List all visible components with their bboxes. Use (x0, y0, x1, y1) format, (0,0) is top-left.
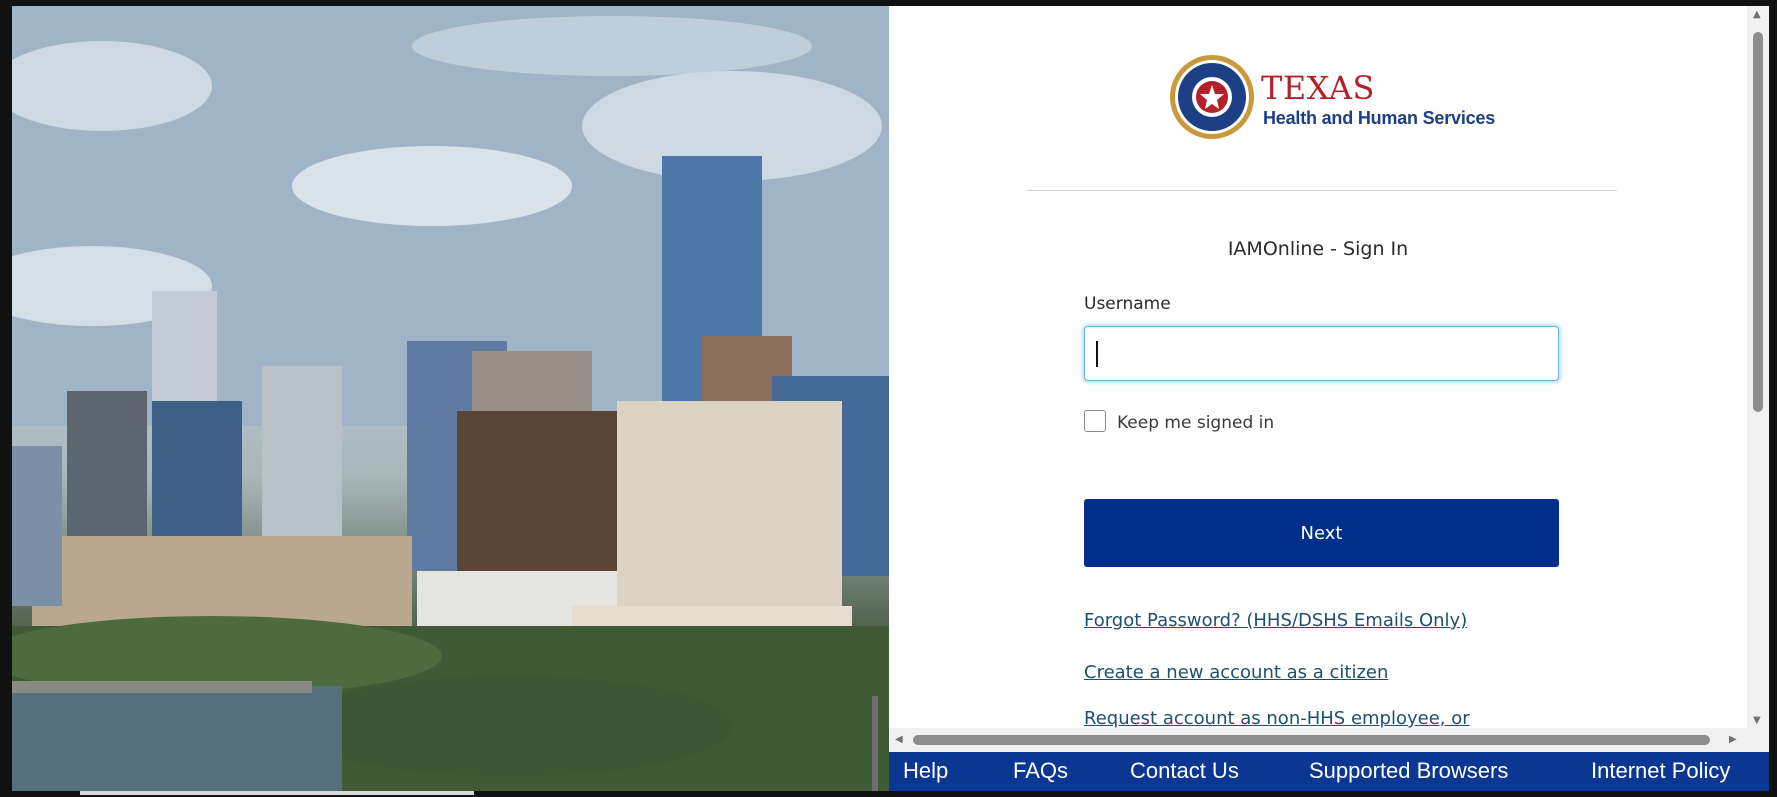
footer-faqs-link[interactable]: FAQs (1013, 758, 1068, 784)
vertical-scroll-thumb[interactable] (1753, 32, 1763, 412)
username-label: Username (1084, 294, 1171, 314)
forgot-password-link[interactable]: Forgot Password? (HHS/DSHS Emails Only) (1084, 610, 1467, 631)
text-caret (1096, 341, 1098, 367)
username-input[interactable] (1084, 326, 1559, 381)
footer-nav: Help FAQs Contact Us Supported Browsers … (889, 752, 1769, 791)
next-button[interactable]: Next (1084, 499, 1559, 567)
horizontal-scroll-thumb[interactable] (913, 735, 1710, 745)
bottom-strip (80, 791, 474, 795)
triangle-down-icon[interactable]: ▼ (1753, 716, 1761, 726)
footer-supported-browsers-link[interactable]: Supported Browsers (1309, 758, 1508, 784)
create-account-link[interactable]: Create a new account as a citizen (1084, 662, 1388, 683)
triangle-up-icon[interactable]: ▲ (1753, 10, 1761, 20)
footer-internet-policy-link[interactable]: Internet Policy (1591, 758, 1730, 784)
vertical-scrollbar[interactable]: ▲ ▼ (1747, 6, 1769, 752)
footer-help-link[interactable]: Help (903, 758, 948, 784)
header-divider (1027, 190, 1617, 191)
sign-in-panel: TEXAS Health and Human Services IAMOnlin… (889, 6, 1747, 752)
texas-hhs-logo: TEXAS Health and Human Services (1169, 54, 1495, 144)
texas-hhs-seal-icon (1170, 55, 1254, 139)
request-account-link[interactable]: Request account as non-HHS employee, or (1084, 708, 1470, 729)
city-skyline-photo (12, 6, 889, 791)
triangle-left-icon[interactable]: ◀ (895, 735, 903, 745)
keep-signed-in-label[interactable]: Keep me signed in (1117, 413, 1274, 433)
keep-signed-in-checkbox[interactable] (1084, 410, 1106, 432)
page-title: IAMOnline - Sign In (1227, 238, 1409, 260)
brand-title: TEXAS (1261, 69, 1375, 107)
footer-contact-link[interactable]: Contact Us (1130, 758, 1239, 784)
brand-subtitle: Health and Human Services (1263, 108, 1496, 128)
triangle-right-icon[interactable]: ▶ (1729, 735, 1737, 745)
horizontal-scrollbar[interactable]: ◀ ▶ (889, 728, 1747, 752)
